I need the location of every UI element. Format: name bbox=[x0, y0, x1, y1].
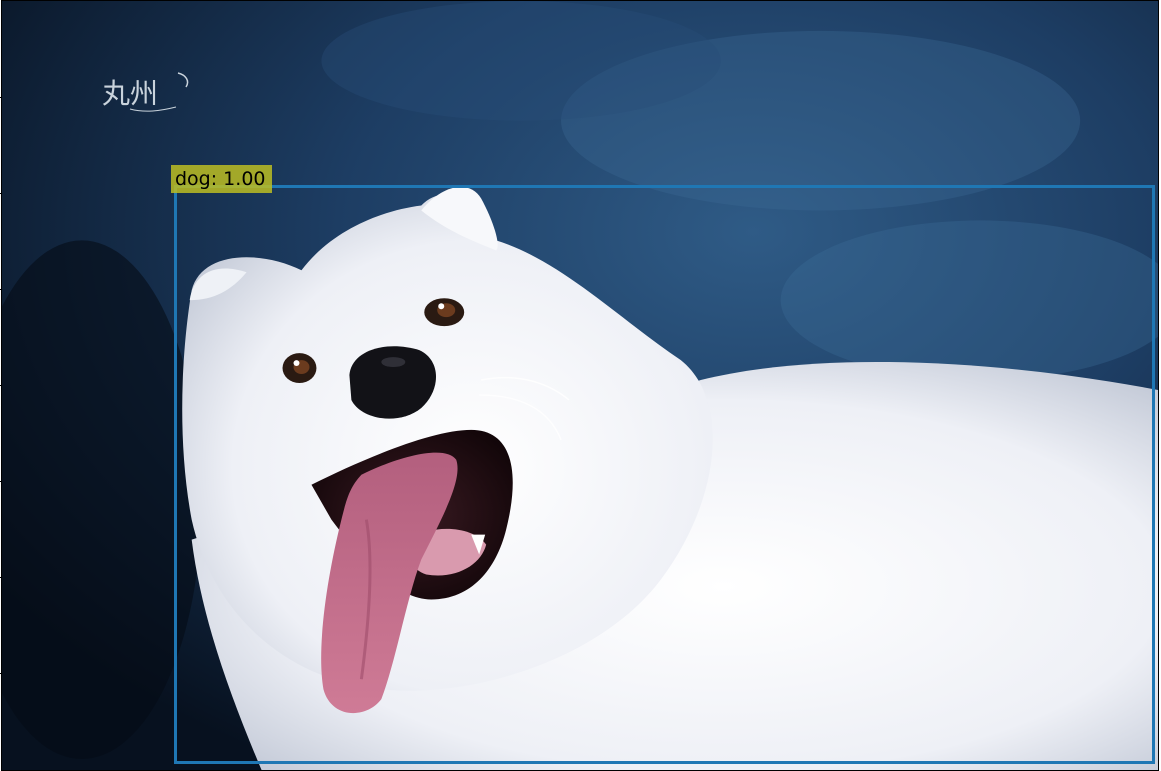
detection-figure: 丸州 dog: 1.00 bbox=[0, 0, 1161, 771]
watermark-logo: 丸州 bbox=[102, 72, 189, 112]
detection-bounding-box bbox=[174, 185, 1155, 764]
detection-label: dog: 1.00 bbox=[171, 165, 272, 193]
watermark-text: 丸州 bbox=[102, 77, 158, 110]
